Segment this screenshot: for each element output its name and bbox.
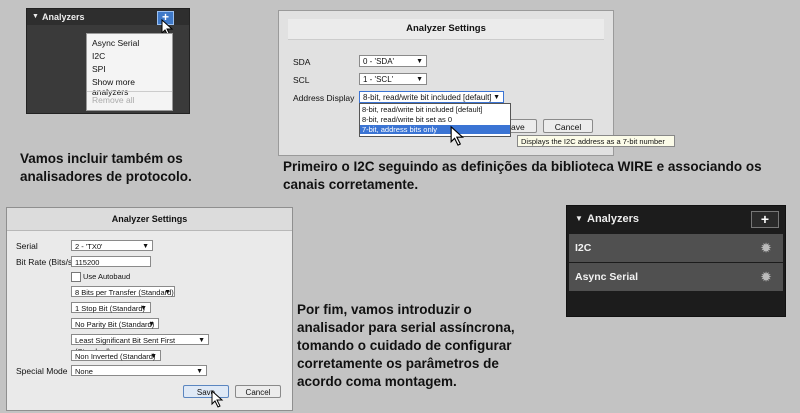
scl-select[interactable]: 1 - 'SCL' ▼ <box>359 73 427 85</box>
add-analyzer-button[interactable]: + <box>751 211 779 228</box>
parity-select[interactable]: No Parity Bit (Standard) ▼ <box>71 318 159 329</box>
parity-value: No Parity Bit (Standard) <box>75 320 155 329</box>
option-8bit-rw-included[interactable]: 8-bit, read/write bit included [default] <box>360 105 510 114</box>
caption-3-line-2: analisador para serial assíncrona, <box>297 320 515 335</box>
cancel-button[interactable]: Cancel <box>235 385 281 398</box>
dropdown-arrow-icon: ▼ <box>164 289 171 296</box>
special-mode-select[interactable]: None ▼ <box>71 365 207 376</box>
menu-item-spi[interactable]: SPI <box>92 64 106 74</box>
caption-1-line-1: Vamos incluir também os <box>20 151 183 166</box>
option-7bit-address[interactable]: 7-bit, address bits only <box>360 125 510 134</box>
menu-item-async-serial[interactable]: Async Serial <box>92 38 139 48</box>
caption-2: Primeiro o I2C seguindo as definições da… <box>283 158 762 194</box>
caption-1-line-2: analisadores de protocolo. <box>20 169 192 184</box>
caption-3-line-1: Por fim, vamos introduzir o <box>297 302 472 317</box>
sda-select[interactable]: 0 - 'SDA' ▼ <box>359 55 427 67</box>
inversion-value: Non Inverted (Standard) <box>75 352 156 361</box>
address-tooltip: Displays the I2C address as a 7-bit numb… <box>517 135 675 147</box>
analyzer-type-menu: Async Serial I2C SPI Show more analyzers… <box>86 33 173 111</box>
caption-3: Por fim, vamos introduzir o analisador p… <box>297 301 515 391</box>
bitrate-input[interactable]: 115200 <box>71 256 151 267</box>
dropdown-arrow-icon: ▼ <box>150 353 157 360</box>
caption-1: Vamos incluir também os analisadores de … <box>20 150 192 186</box>
serial-select-value: 2 - 'TX0' <box>75 242 103 251</box>
address-display-options: 8-bit, read/write bit included [default]… <box>359 103 511 137</box>
dropdown-arrow-icon: ▼ <box>142 243 149 250</box>
serial-settings-dialog: Analyzer Settings Serial 2 - 'TX0' ▼ Bit… <box>6 207 293 411</box>
gear-icon[interactable]: ✹ <box>761 263 771 291</box>
scl-label: SCL <box>293 75 310 85</box>
dropdown-arrow-icon: ▼ <box>196 368 203 375</box>
serial-label: Serial <box>16 241 38 251</box>
address-display-value: 8-bit, read/write bit included [default] <box>363 93 492 102</box>
menu-item-i2c[interactable]: I2C <box>92 51 105 61</box>
gear-icon[interactable]: ✹ <box>761 234 771 262</box>
menu-item-show-more[interactable]: Show more analyzers <box>92 77 172 97</box>
collapse-triangle-icon[interactable]: ▼ <box>32 9 39 25</box>
dialog-title: Analyzer Settings <box>288 19 604 40</box>
analyzers-title: Analyzers <box>587 213 639 225</box>
caption-2-line-1: Primeiro o I2C seguindo as definições da… <box>283 159 762 174</box>
bitrate-label: Bit Rate (Bits/s) <box>16 257 76 267</box>
option-8bit-rw-zero[interactable]: 8-bit, read/write bit set as 0 <box>360 115 510 124</box>
menu-item-remove-all: Remove all <box>92 95 135 105</box>
bits-per-transfer-select[interactable]: 8 Bits per Transfer (Standard) ▼ <box>71 286 175 297</box>
sda-select-value: 0 - 'SDA' <box>363 57 395 66</box>
autobaud-label: Use Autobaud <box>83 272 131 281</box>
stop-bit-value: 1 Stop Bit (Standard) <box>75 304 146 313</box>
dropdown-arrow-icon: ▼ <box>198 337 205 344</box>
collapse-triangle-icon[interactable]: ▼ <box>575 206 583 232</box>
dropdown-arrow-icon: ▼ <box>416 76 423 83</box>
serial-select[interactable]: 2 - 'TX0' ▼ <box>71 240 153 251</box>
caption-3-line-4: corretamente os parâmetros de <box>297 356 499 371</box>
caption-3-line-5: acordo coma montagem. <box>297 374 457 389</box>
analyzers-panel-large: ▼ Analyzers + I2C ✹ Async Serial ✹ <box>566 205 786 317</box>
cancel-button[interactable]: Cancel <box>543 119 593 133</box>
bit-order-select[interactable]: Least Significant Bit Sent First (Standa… <box>71 334 209 356</box>
dialog-title: Analyzer Settings <box>7 208 292 231</box>
menu-separator <box>87 91 172 92</box>
autobaud-checkbox[interactable] <box>71 272 81 282</box>
analyzers-panel-small: ▼ Analyzers + Async Serial I2C SPI Show … <box>26 8 190 114</box>
scl-select-value: 1 - 'SCL' <box>363 75 394 84</box>
special-mode-value: None <box>75 367 93 376</box>
dropdown-arrow-icon: ▼ <box>416 58 423 65</box>
analyzer-name: I2C <box>575 242 592 254</box>
address-display-label: Address Display <box>293 93 355 103</box>
i2c-settings-dialog: Analyzer Settings SDA 0 - 'SDA' ▼ SCL 1 … <box>278 10 675 156</box>
analyzers-title: Analyzers <box>42 12 85 22</box>
dropdown-arrow-icon: ▼ <box>140 305 147 312</box>
stop-bit-select[interactable]: 1 Stop Bit (Standard) ▼ <box>71 302 151 313</box>
caption-2-line-2: canais corretamente. <box>283 177 419 192</box>
sda-label: SDA <box>293 57 311 67</box>
caption-3-line-3: tomando o cuidado de configurar <box>297 338 512 353</box>
bits-per-transfer-value: 8 Bits per Transfer (Standard) <box>75 288 174 297</box>
mouse-pointer-icon <box>450 125 465 146</box>
analyzer-row-async-serial[interactable]: Async Serial ✹ <box>569 263 783 291</box>
analyzer-row-i2c[interactable]: I2C ✹ <box>569 234 783 262</box>
analyzer-name: Async Serial <box>575 271 639 283</box>
dropdown-arrow-icon: ▼ <box>148 321 155 328</box>
address-display-select[interactable]: 8-bit, read/write bit included [default]… <box>359 91 504 103</box>
special-mode-label: Special Mode <box>16 366 68 376</box>
mouse-pointer-icon <box>211 389 224 408</box>
inversion-select[interactable]: Non Inverted (Standard) ▼ <box>71 350 161 361</box>
